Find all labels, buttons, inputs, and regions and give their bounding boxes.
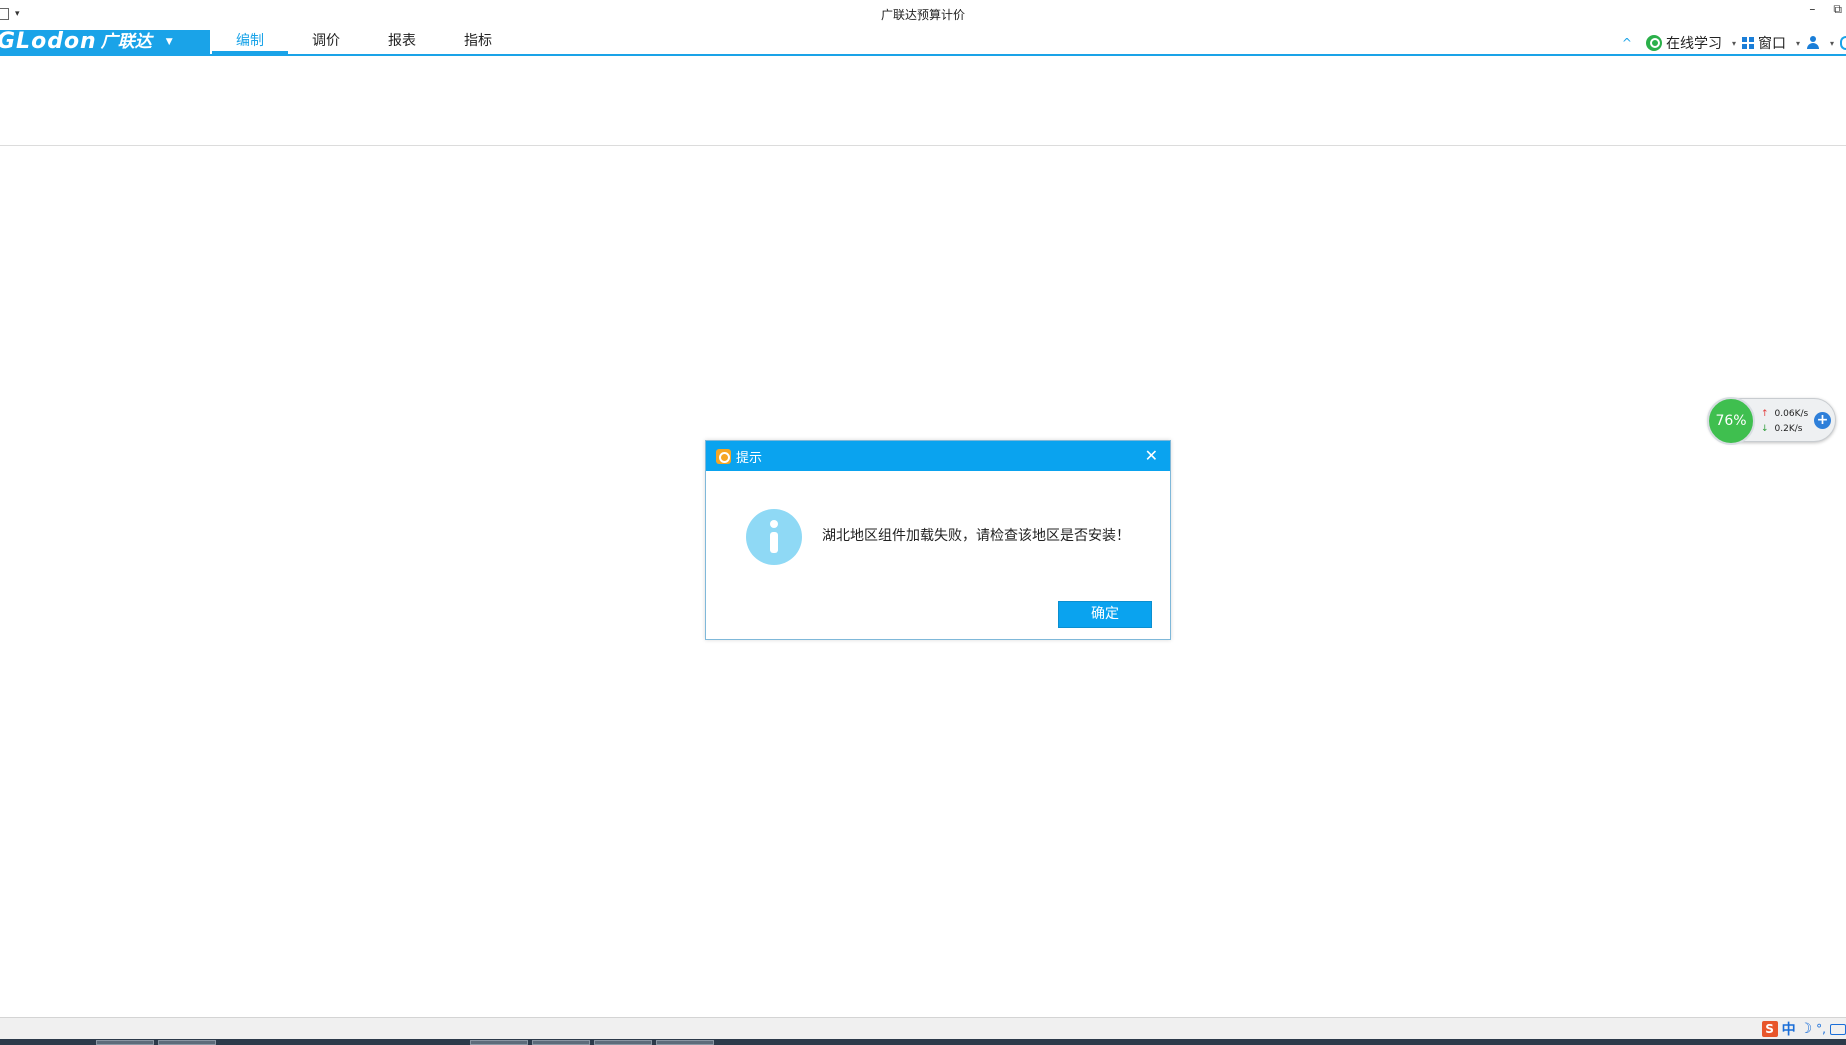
taskbar-item[interactable] xyxy=(532,1040,590,1045)
ok-button[interactable]: 确定 xyxy=(1058,601,1152,628)
online-learning-icon xyxy=(1645,35,1662,51)
window-menu-button[interactable]: 窗口 ▾ xyxy=(1741,33,1800,53)
dialog-title: 提示 xyxy=(736,450,763,466)
download-arrow-icon: ↓ xyxy=(1761,424,1769,434)
download-speed: 0.2K/s xyxy=(1774,424,1803,434)
memory-usage-ball[interactable]: 76% xyxy=(1707,397,1755,445)
taskbar-item[interactable] xyxy=(470,1040,528,1045)
keyboard-icon[interactable] xyxy=(1830,1023,1846,1035)
ribbon-tabs: 编制 调价 报表 指标 xyxy=(212,30,516,54)
upload-arrow-icon: ↑ xyxy=(1761,409,1769,419)
taskbar-item[interactable] xyxy=(656,1040,714,1045)
tab-indicators[interactable]: 指标 xyxy=(440,30,516,54)
alert-dialog: 提示 ✕ 湖北地区组件加载失败，请检查该地区是否安装！ 确定 xyxy=(705,440,1171,640)
dialog-message: 湖北地区组件加载失败，请检查该地区是否安装！ xyxy=(822,528,1130,544)
taskbar-item[interactable] xyxy=(158,1040,216,1045)
extra-tool-icon[interactable] xyxy=(1840,36,1846,50)
chevron-down-icon: ▾ xyxy=(1829,38,1834,48)
user-menu-button[interactable]: ▾ xyxy=(1806,36,1834,50)
app-icon xyxy=(716,448,731,464)
tab-adjust-price[interactable]: 调价 xyxy=(288,30,364,54)
chevron-down-icon: ▾ xyxy=(1731,38,1736,48)
taskbar-item[interactable] xyxy=(594,1040,652,1045)
title-bar: ▾ 广联达预算计价 – ⧉ xyxy=(0,0,1846,30)
user-icon xyxy=(1806,36,1820,50)
upload-speed: 0.06K/s xyxy=(1774,409,1809,419)
glodon-logo: GLodon xyxy=(0,29,97,54)
ribbon-tab-bar: GLodon 广联达 ▼ 编制 调价 报表 指标 ^ 在线学习 ▾ 窗口 ▾ ▾ xyxy=(0,30,1846,56)
app-menu-button[interactable]: GLodon 广联达 ▼ xyxy=(0,30,210,54)
tab-reports[interactable]: 报表 xyxy=(364,30,440,54)
taskbar-item[interactable] xyxy=(96,1040,154,1045)
window-menu-label: 窗口 xyxy=(1757,36,1786,52)
tab-edit[interactable]: 编制 xyxy=(212,30,288,54)
status-bar: S 中 ☽ °, xyxy=(0,1017,1846,1039)
half-width-icon[interactable]: ☽ xyxy=(1800,1021,1813,1037)
chevron-down-icon: ▾ xyxy=(1795,38,1800,48)
network-speeds: ↑ 0.06K/s ↓ 0.2K/s xyxy=(1761,407,1808,437)
ribbon-right-tools: ^ 在线学习 ▾ 窗口 ▾ ▾ xyxy=(1622,32,1846,54)
window-title: 广联达预算计价 xyxy=(880,8,965,22)
punctuation-icon[interactable]: °, xyxy=(1816,1022,1826,1036)
chevron-down-icon: ▼ xyxy=(165,37,173,47)
online-learning-button[interactable]: 在线学习 ▾ xyxy=(1645,33,1736,53)
online-learning-label: 在线学习 xyxy=(1665,36,1722,52)
minimize-button[interactable]: – xyxy=(1809,2,1815,17)
add-icon[interactable]: + xyxy=(1814,412,1831,429)
ime-toolbar: S 中 ☽ °, xyxy=(1761,1019,1846,1039)
dialog-header: 提示 ✕ xyxy=(706,441,1170,471)
info-icon xyxy=(746,509,802,565)
restore-button[interactable]: ⧉ xyxy=(1833,2,1842,17)
collapse-ribbon-icon[interactable]: ^ xyxy=(1622,36,1632,50)
window-controls: – ⧉ xyxy=(1809,2,1846,17)
network-monitor-widget[interactable]: 76% ↑ 0.06K/s ↓ 0.2K/s + xyxy=(1707,397,1836,445)
glodon-logo-cn: 广联达 xyxy=(100,32,152,52)
ribbon-content xyxy=(0,56,1846,146)
ime-mode-toggle[interactable]: 中 xyxy=(1782,1019,1796,1039)
window-grid-icon xyxy=(1741,37,1754,49)
sogou-ime-icon[interactable]: S xyxy=(1761,1021,1778,1037)
taskbar xyxy=(0,1039,1846,1045)
close-icon[interactable]: ✕ xyxy=(1145,446,1158,465)
